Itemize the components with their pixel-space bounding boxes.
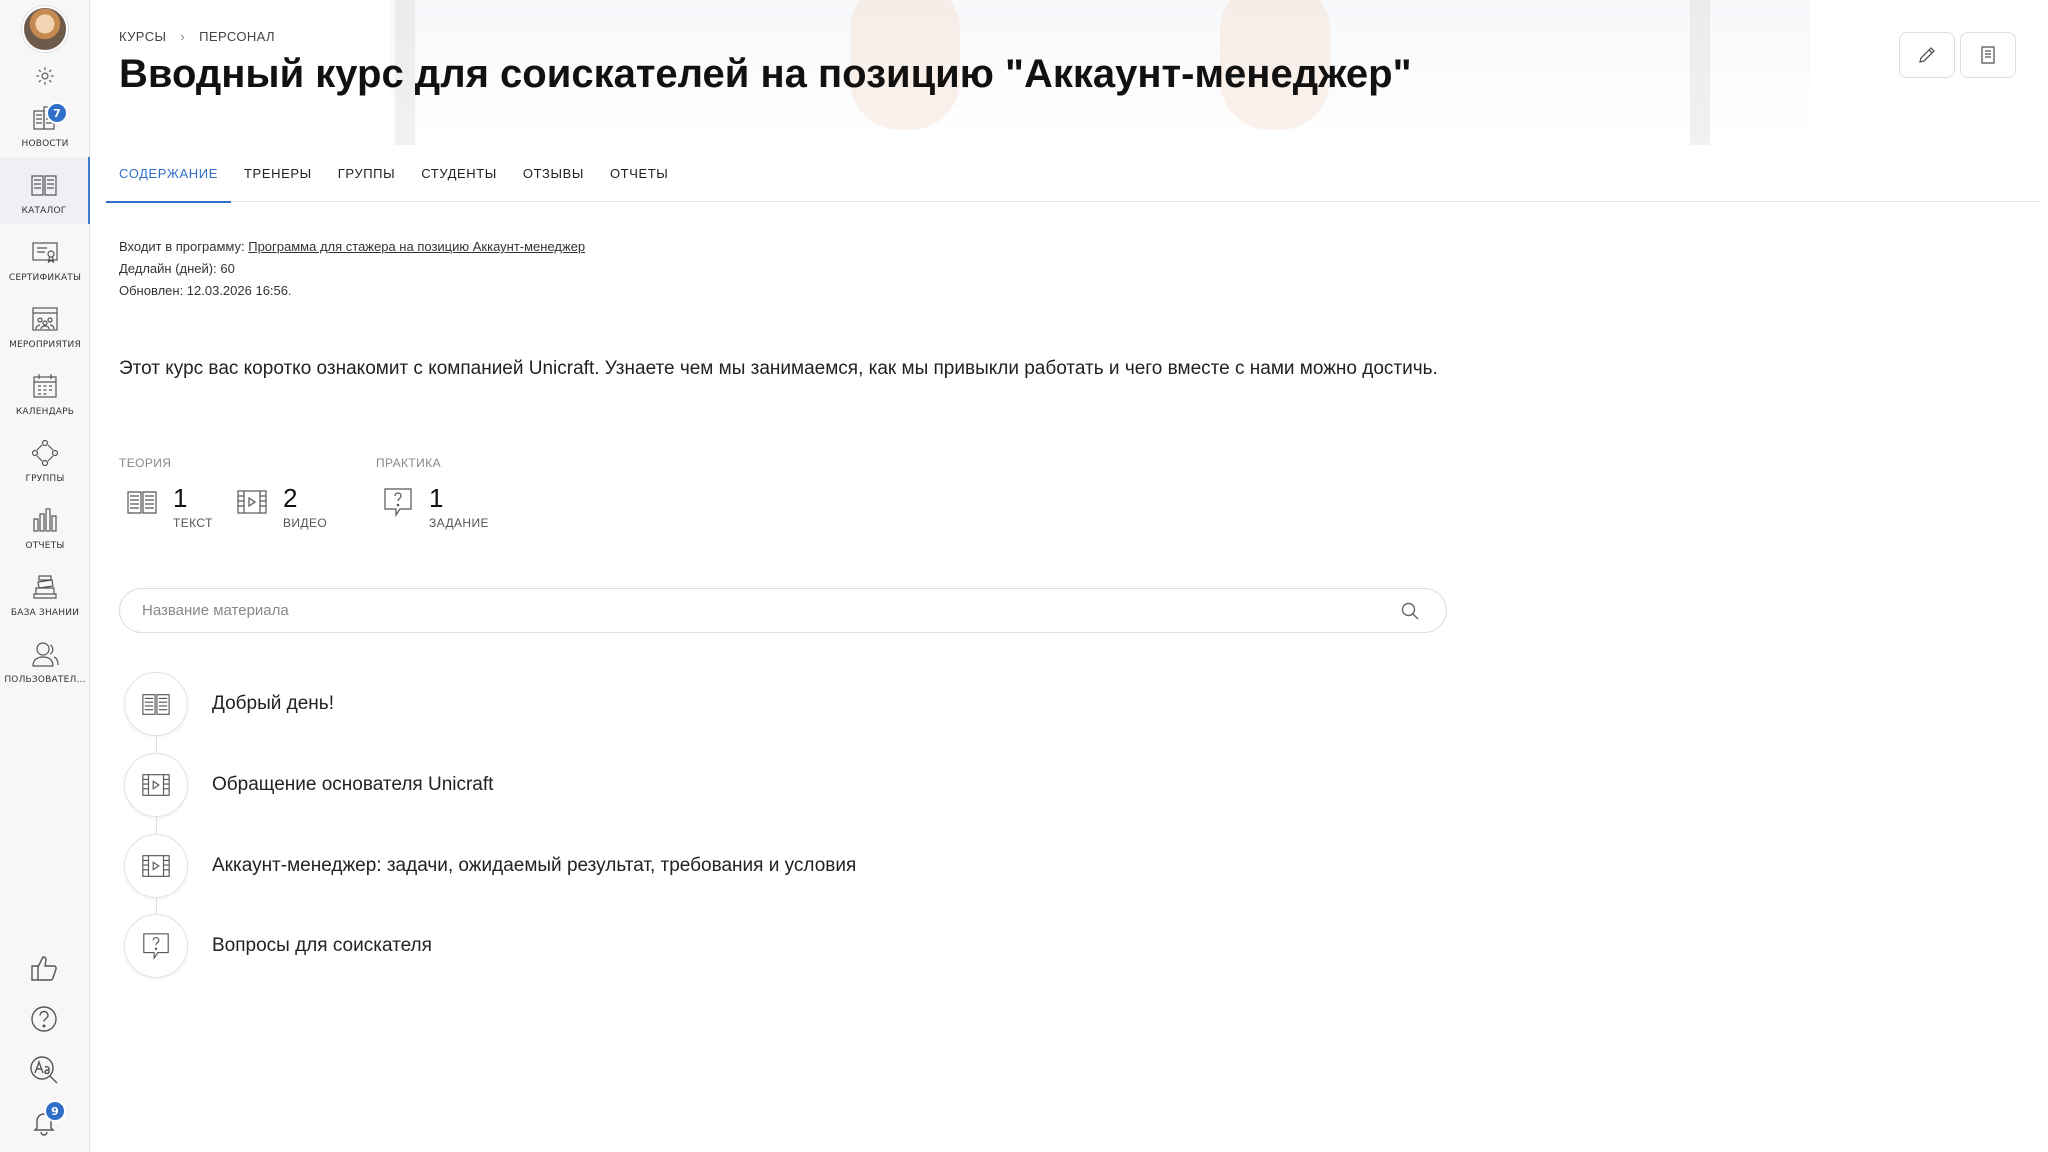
chevron-right-icon: › — [180, 29, 186, 44]
sidebar-item-label: Группы — [25, 474, 65, 484]
material-item[interactable]: Обращение основателя Unicraft — [124, 753, 493, 817]
material-search — [119, 588, 1447, 633]
language-icon[interactable] — [28, 1054, 60, 1086]
stat-text: 1 ТЕКСТ — [126, 482, 213, 530]
video-icon — [142, 774, 170, 796]
document-button[interactable] — [1960, 32, 2016, 78]
tab-reports[interactable]: ОТЧЕТЫ — [597, 160, 681, 202]
material-icon-circle — [124, 834, 188, 898]
task-count: 1 — [429, 483, 444, 513]
material-icon-circle — [124, 753, 188, 817]
knowledge-base-icon — [33, 575, 57, 599]
question-icon — [143, 933, 169, 961]
material-title: Обращение основателя Unicraft — [212, 774, 494, 795]
sidebar-item-knowledge-base[interactable]: База знаний — [0, 559, 90, 626]
catalog-icon — [31, 175, 57, 196]
material-title: Вопросы для соискателя — [212, 935, 432, 956]
question-icon — [384, 488, 412, 517]
pencil-icon — [1919, 47, 1935, 63]
calendar-icon — [33, 374, 57, 398]
certificate-icon — [32, 242, 58, 264]
task-label: ЗАДАНИЕ — [429, 516, 489, 530]
stat-task: 1 ЗАДАНИЕ — [382, 482, 489, 530]
events-icon — [32, 307, 58, 331]
text-count: 1 — [173, 483, 188, 513]
material-item[interactable]: Вопросы для соискателя — [124, 914, 432, 978]
program-link[interactable]: Программа для стажера на позицию Аккаунт… — [248, 239, 585, 254]
notifications-button[interactable]: 9 — [0, 1100, 90, 1140]
material-item[interactable]: Добрый день! — [124, 672, 334, 736]
sidebar-item-certificates[interactable]: Сертификаты — [0, 224, 90, 291]
material-title: Аккаунт-менеджер: задачи, ожидаемый резу… — [212, 855, 857, 876]
video-icon — [237, 490, 267, 514]
course-meta: Входит в программу: Программа для стажер… — [119, 236, 585, 302]
search-input[interactable] — [142, 589, 1382, 632]
video-icon — [142, 855, 170, 877]
text-label: ТЕКСТ — [173, 516, 213, 530]
deadline-text: Дедлайн (дней): 60 — [119, 261, 235, 276]
video-label: ВИДЕО — [283, 516, 328, 530]
theory-label: ТЕОРИЯ — [119, 456, 172, 470]
program-prefix: Входит в программу: — [119, 239, 245, 254]
course-description: Этот курс вас коротко ознакомит с компан… — [119, 358, 1438, 379]
sidebar-item-label: Отчеты — [25, 541, 65, 551]
help-icon[interactable] — [28, 1003, 60, 1035]
updated-text: Обновлен: 12.03.2026 16:56. — [119, 283, 292, 298]
sidebar-item-label: Сертификаты — [8, 273, 82, 283]
reports-icon — [33, 508, 57, 532]
book-icon — [127, 491, 157, 514]
tab-students[interactable]: СТУДЕНТЫ — [408, 160, 510, 202]
sidebar-item-label: Календарь — [15, 407, 75, 417]
breadcrumb-item-personnel[interactable]: ПЕРСОНАЛ — [199, 29, 275, 44]
sidebar-item-label: База знаний — [10, 608, 80, 618]
sidebar-item-groups[interactable]: Группы — [0, 425, 90, 492]
tab-content[interactable]: СОДЕРЖАНИЕ — [106, 160, 232, 203]
sidebar: Новости 7 Каталог Сертификаты Мероприяти… — [0, 0, 90, 1152]
users-icon — [32, 642, 59, 667]
sidebar-item-label: Каталог — [21, 206, 67, 216]
video-count: 2 — [283, 483, 298, 513]
course-tabs: СОДЕРЖАНИЕ ТРЕНЕРЫ ГРУППЫ СТУДЕНТЫ ОТЗЫВ… — [106, 160, 2041, 203]
notifications-badge: 9 — [44, 1100, 66, 1122]
material-icon-circle — [124, 914, 188, 978]
tab-trainers[interactable]: ТРЕНЕРЫ — [231, 160, 325, 202]
material-item[interactable]: Аккаунт-менеджер: задачи, ожидаемый резу… — [124, 834, 856, 898]
sidebar-item-events[interactable]: Мероприятия — [0, 291, 90, 358]
sidebar-item-catalog[interactable]: Каталог — [0, 157, 90, 224]
gear-icon[interactable] — [34, 65, 56, 87]
page-title: Вводный курс для соискателей на позицию … — [119, 52, 1412, 96]
material-icon-circle — [124, 672, 188, 736]
news-count-badge: 7 — [46, 102, 68, 124]
sidebar-item-label: Пользовател... — [4, 675, 86, 685]
thumbs-up-icon[interactable] — [28, 952, 60, 984]
sidebar-item-calendar[interactable]: Календарь — [0, 358, 90, 425]
sidebar-item-users[interactable]: Пользовател... — [0, 626, 90, 693]
program-row: Входит в программу: Программа для стажер… — [119, 236, 585, 258]
breadcrumb: КУРСЫ › ПЕРСОНАЛ — [119, 29, 275, 44]
stat-video: 2 ВИДЕО — [236, 482, 327, 530]
avatar[interactable] — [22, 6, 68, 52]
sidebar-item-label: Мероприятия — [9, 340, 81, 350]
sidebar-item-reports[interactable]: Отчеты — [0, 492, 90, 559]
tab-groups[interactable]: ГРУППЫ — [325, 160, 408, 202]
search-icon[interactable] — [1400, 601, 1420, 621]
book-icon — [142, 694, 170, 715]
groups-icon — [31, 439, 59, 467]
breadcrumb-item-courses[interactable]: КУРСЫ — [119, 29, 166, 44]
sidebar-item-label: Новости — [21, 139, 69, 149]
practice-label: ПРАКТИКА — [376, 456, 441, 470]
sidebar-item-news[interactable]: Новости 7 — [0, 90, 90, 157]
document-icon — [1981, 46, 1995, 64]
tab-reviews[interactable]: ОТЗЫВЫ — [510, 160, 597, 202]
material-title: Добрый день! — [212, 693, 334, 714]
edit-button[interactable] — [1899, 32, 1955, 78]
